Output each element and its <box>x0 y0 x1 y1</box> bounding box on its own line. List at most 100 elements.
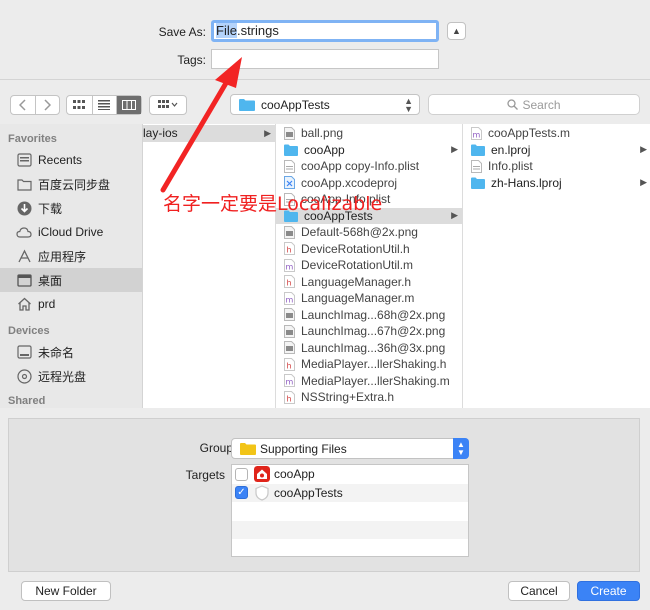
target-row-cooapp[interactable]: cooApp <box>232 465 468 484</box>
location-label: cooAppTests <box>261 97 330 112</box>
history-nav <box>10 95 60 115</box>
sidebar-item-recents[interactable]: Recents <box>0 148 142 172</box>
annotation-text: 名字一定要是Localizable <box>163 193 383 215</box>
home-icon <box>16 296 32 312</box>
recents-icon <box>16 152 32 168</box>
folder-row[interactable]: lay-ios ▶ <box>143 125 275 142</box>
forward-button[interactable] <box>34 96 59 114</box>
sidebar-item-label: Recents <box>38 153 83 167</box>
disclosure-arrow-icon: ▶ <box>264 127 271 138</box>
target-empty-row <box>232 539 468 558</box>
file-row[interactable]: LaunchImag...68h@2x.png <box>276 307 462 324</box>
header-file-icon: h <box>284 390 295 404</box>
column-browser: lay-ios ▶ ball.png cooApp ▶ cooApp copy-Info… <box>142 124 650 408</box>
file-row[interactable]: LaunchImag...36h@3x.png <box>276 340 462 357</box>
chevron-right-icon <box>44 99 52 111</box>
create-button[interactable]: Create <box>577 581 640 601</box>
item-label: MediaPlayer...llerShaking.h <box>301 357 447 372</box>
item-label: lay-ios <box>143 126 178 141</box>
target-checkbox-cooapptests[interactable]: ✓ <box>235 486 248 500</box>
sidebar-item-label: prd <box>38 297 56 311</box>
svg-text:m: m <box>286 262 294 271</box>
shared-header: Shared <box>8 395 46 407</box>
sidebar-item-remote-disc[interactable]: 远程光盘 <box>0 364 142 388</box>
save-header: Save As: File.strings ▲ Tags: <box>0 0 650 78</box>
item-label: cooApp <box>304 142 345 157</box>
file-row[interactable]: m MediaPlayer...llerShaking.m <box>276 373 462 390</box>
disclosure-arrow-icon: ▶ <box>451 144 458 155</box>
plist-file-icon <box>284 159 295 173</box>
icon-view-button[interactable] <box>67 96 92 114</box>
file-row[interactable]: LaunchImag...67h@2x.png <box>276 323 462 340</box>
source-file-icon: m <box>284 291 295 305</box>
new-folder-button[interactable]: New Folder <box>21 581 111 601</box>
file-row[interactable]: h LanguageManager.h <box>276 274 462 291</box>
folder-row[interactable]: zh-Hans.lproj ▶ <box>463 175 650 192</box>
favorites-header: Favorites <box>8 133 57 145</box>
file-row[interactable]: h DeviceRotationUtil.h <box>276 241 462 258</box>
folder-row[interactable]: cooApp ▶ <box>276 142 462 159</box>
image-file-icon <box>284 225 295 239</box>
column-view-button[interactable] <box>116 96 141 114</box>
targets-list: cooApp ✓ cooAppTests <box>231 464 469 557</box>
toolbar: cooAppTests ▲ ▼ Search <box>0 79 650 123</box>
cancel-button[interactable]: Cancel <box>508 581 570 601</box>
tags-label: Tags: <box>177 53 206 67</box>
target-empty-row <box>232 502 468 521</box>
sidebar-item-applications[interactable]: 应用程序 <box>0 244 142 268</box>
back-button[interactable] <box>11 96 35 114</box>
browser-column-1: lay-ios ▶ <box>143 124 276 408</box>
sidebar-item-label: iCloud Drive <box>38 225 104 239</box>
sidebar-item-label: 百度云同步盘 <box>38 177 111 192</box>
svg-text:h: h <box>287 394 292 403</box>
search-input[interactable]: Search <box>428 94 640 115</box>
folder-row[interactable]: en.lproj ▶ <box>463 142 650 159</box>
image-file-icon <box>284 308 295 322</box>
file-row[interactable]: m DeviceRotationUtil.m <box>276 257 462 274</box>
view-mode-switcher <box>66 95 142 115</box>
applications-icon <box>16 248 32 264</box>
group-value: Supporting Files <box>260 441 347 456</box>
item-label: Default-568h@2x.png <box>301 225 418 240</box>
sidebar-item-icloud[interactable]: iCloud Drive <box>0 220 142 244</box>
save-as-input[interactable]: File.strings <box>211 20 439 42</box>
folder-icon <box>16 176 32 192</box>
arrange-button[interactable] <box>149 95 187 115</box>
file-row[interactable]: h MediaPlayer...llerShaking.h <box>276 356 462 373</box>
target-label: cooAppTests <box>274 485 343 500</box>
sidebar-item-disk[interactable]: 未命名 <box>0 340 142 364</box>
file-row[interactable]: Info.plist <box>463 158 650 175</box>
sidebar-item-baidu[interactable]: 百度云同步盘 <box>0 172 142 196</box>
download-icon <box>16 200 32 216</box>
file-row[interactable]: m LanguageManager.m <box>276 290 462 307</box>
disk-icon <box>16 344 32 360</box>
group-popup[interactable]: Supporting Files ▲ ▼ <box>231 438 469 459</box>
file-row[interactable]: Default-568h@2x.png <box>276 224 462 241</box>
file-row[interactable]: m cooAppTests.m <box>463 125 650 142</box>
sidebar-item-prd[interactable]: prd <box>0 292 142 316</box>
file-row[interactable]: h NSString+Extra.h <box>276 389 462 406</box>
target-empty-row <box>232 520 468 539</box>
file-row[interactable]: ball.png <box>276 125 462 142</box>
chevron-left-icon <box>18 99 26 111</box>
file-row[interactable]: cooApp copy-Info.plist <box>276 158 462 175</box>
svg-text:h: h <box>287 279 292 288</box>
source-file-icon: m <box>284 374 295 388</box>
sidebar-item-downloads[interactable]: 下载 <box>0 196 142 220</box>
devices-header: Devices <box>8 325 50 337</box>
target-row-cooapptests[interactable]: ✓ cooAppTests <box>232 483 468 502</box>
search-placeholder: Search <box>522 97 561 112</box>
tags-input[interactable] <box>211 49 439 69</box>
location-popup[interactable]: cooAppTests ▲ ▼ <box>230 94 420 115</box>
columns-icon <box>122 100 137 110</box>
target-checkbox-cooapp[interactable] <box>235 467 248 481</box>
item-label: MediaPlayer...llerShaking.m <box>301 373 450 388</box>
list-view-button[interactable] <box>91 96 117 114</box>
updown-arrows-icon: ▲ ▼ <box>453 438 469 459</box>
plist-file-icon <box>471 159 482 173</box>
item-label: LaunchImag...68h@2x.png <box>301 307 446 322</box>
collapse-panel-button[interactable]: ▲ <box>447 22 466 40</box>
item-label: cooApp copy-Info.plist <box>301 159 420 174</box>
sidebar-item-desktop[interactable]: 桌面 <box>0 268 142 292</box>
item-label: DeviceRotationUtil.m <box>301 258 414 273</box>
